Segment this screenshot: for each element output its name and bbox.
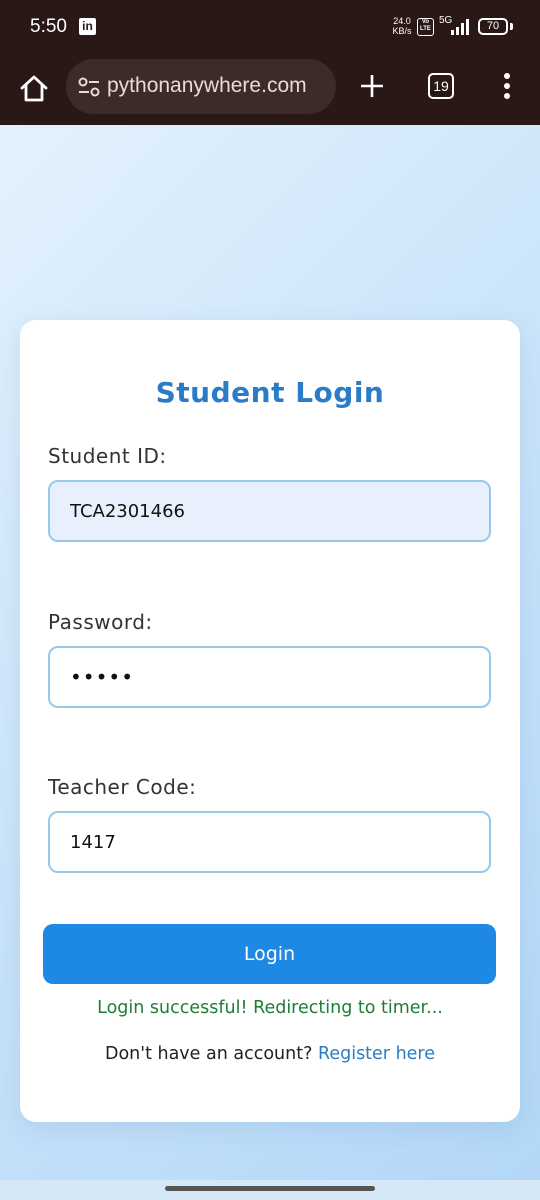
lte-label: LTE xyxy=(420,26,431,32)
page-background: Student Login Student ID: Password: Teac… xyxy=(0,125,540,1180)
login-button[interactable]: Login xyxy=(43,924,496,984)
teacher-code-input[interactable] xyxy=(48,811,491,873)
volte-icon: Vo LTE xyxy=(417,18,434,36)
login-card: Student Login Student ID: Password: Teac… xyxy=(20,320,520,1122)
home-icon[interactable] xyxy=(18,73,50,105)
gesture-handle[interactable] xyxy=(165,1186,375,1191)
volte-label: Vo xyxy=(421,19,430,25)
network-speed-value: 24.0 xyxy=(393,16,411,26)
site-settings-icon[interactable] xyxy=(78,77,100,97)
status-message: Login successful! Redirecting to timer..… xyxy=(97,998,443,1018)
register-prompt: Don't have an account? xyxy=(104,1044,318,1064)
register-line: Don't have an account? Register here xyxy=(20,1044,520,1064)
network-speed: 24.0 KB/s xyxy=(388,16,416,36)
student-id-label: Student ID: xyxy=(48,444,167,468)
password-input[interactable] xyxy=(48,646,491,708)
password-label: Password: xyxy=(48,610,153,634)
new-tab-icon[interactable] xyxy=(358,72,386,100)
signal-icon xyxy=(451,19,469,35)
status-bar: 5:50 in 24.0 KB/s Vo LTE 5G 70 xyxy=(0,0,540,56)
address-bar[interactable]: pythonanywhere.com xyxy=(66,59,336,114)
tab-switcher-button[interactable]: 19 xyxy=(428,73,454,99)
more-menu-icon[interactable] xyxy=(499,71,515,101)
navigation-bar xyxy=(0,1180,540,1200)
network-speed-unit: KB/s xyxy=(392,26,412,36)
browser-toolbar: pythonanywhere.com 19 xyxy=(0,56,540,125)
student-id-input[interactable] xyxy=(48,480,491,542)
linkedin-icon: in xyxy=(79,18,96,35)
teacher-code-label: Teacher Code: xyxy=(48,775,197,799)
status-time: 5:50 xyxy=(30,16,67,37)
register-link[interactable]: Register here xyxy=(318,1044,435,1064)
battery-icon: 70 xyxy=(478,18,508,35)
battery-tip xyxy=(510,23,513,30)
url-text: pythonanywhere.com xyxy=(107,74,307,97)
page-title: Student Login xyxy=(155,376,385,409)
